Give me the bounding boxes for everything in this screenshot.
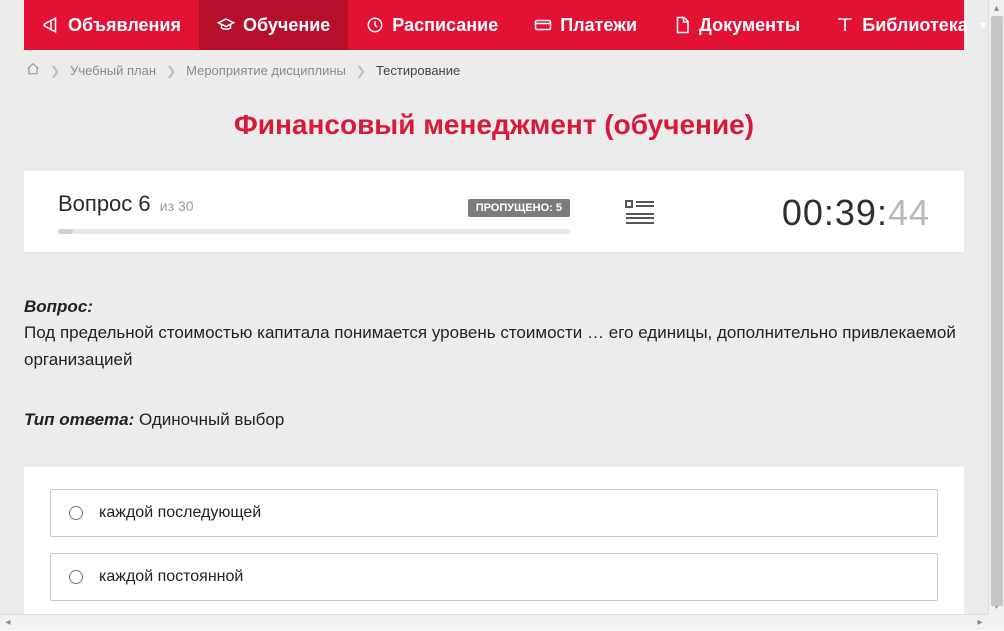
megaphone-icon — [42, 16, 60, 34]
doc-icon — [673, 16, 691, 34]
book-icon — [836, 16, 854, 34]
answer-radio[interactable] — [69, 570, 83, 584]
answer-text: каждой постоянной — [99, 568, 243, 586]
answers-panel: каждой последующей каждой постоянной — [24, 467, 964, 614]
page-title: Финансовый менеджмент (обучение) — [24, 109, 964, 141]
card-icon — [534, 16, 552, 34]
nav-item-documents[interactable]: Документы — [655, 0, 818, 50]
timer-seconds: 39 — [835, 192, 877, 233]
answer-type-label: Тип ответа: — [24, 410, 134, 429]
nav-item-learning[interactable]: Обучение — [199, 0, 348, 50]
breadcrumb-item-current: Тестирование — [376, 63, 460, 78]
breadcrumb-item-event[interactable]: Мероприятие дисциплины — [186, 63, 346, 78]
skipped-badge: ПРОПУЩЕНО: 5 — [468, 199, 570, 217]
question-number: 6 — [138, 191, 150, 216]
scroll-thumb[interactable] — [991, 16, 1003, 606]
main-nav: Объявления Обучение Расписание Платежи — [24, 0, 964, 50]
main-viewport[interactable]: Объявления Обучение Расписание Платежи — [0, 0, 988, 614]
progress-bar — [58, 229, 570, 234]
question-body: Вопрос: Под предельной стоимостью капита… — [24, 294, 964, 433]
answer-option[interactable]: каждой постоянной — [50, 553, 938, 601]
scroll-up-arrow[interactable]: ▴ — [989, 0, 1004, 16]
scrollbar-corner — [988, 614, 1004, 630]
quiz-info-card: Вопрос 6 из 30 ПРОПУЩЕНО: 5 — [24, 171, 964, 252]
answer-option[interactable]: каждой последующей — [50, 489, 938, 537]
nav-item-announcements[interactable]: Объявления — [24, 0, 199, 50]
clock-icon — [366, 16, 384, 34]
of-word: из — [160, 198, 174, 214]
question-word: Вопрос — [58, 191, 132, 216]
home-icon[interactable] — [26, 62, 40, 79]
breadcrumb-item-plan[interactable]: Учебный план — [70, 63, 156, 78]
chevron-right-icon: ❯ — [50, 64, 60, 78]
chevron-down-icon: ▾ — [980, 18, 986, 32]
horizontal-scrollbar[interactable]: ◂ ▸ — [0, 614, 988, 630]
timer-centiseconds: 44 — [888, 192, 930, 233]
nav-label: Обучение — [243, 15, 330, 36]
answer-type: Одиночный выбор — [139, 410, 284, 429]
nav-item-payments[interactable]: Платежи — [516, 0, 655, 50]
answer-text: каждой последующей — [99, 504, 261, 522]
scroll-right-arrow[interactable]: ▸ — [972, 615, 988, 631]
nav-label: Расписание — [392, 15, 498, 36]
scroll-left-arrow[interactable]: ◂ — [0, 615, 16, 631]
question-list-button[interactable] — [610, 199, 670, 227]
timer-minutes: 00 — [782, 192, 824, 233]
vertical-scrollbar[interactable]: ▴ ▾ — [988, 0, 1004, 614]
timer: 00:39:44 — [710, 192, 930, 234]
nav-label: Платежи — [560, 15, 637, 36]
question-counter: Вопрос 6 из 30 — [58, 191, 194, 217]
chevron-right-icon: ❯ — [166, 64, 176, 78]
nav-label: Объявления — [68, 15, 181, 36]
answer-radio[interactable] — [69, 506, 83, 520]
nav-item-schedule[interactable]: Расписание — [348, 0, 516, 50]
nav-item-library[interactable]: Библиотека ▾ — [818, 0, 988, 50]
nav-label: Библиотека — [862, 15, 968, 36]
chevron-right-icon: ❯ — [356, 64, 366, 78]
question-text: Под предельной стоимостью капитала поним… — [24, 323, 956, 368]
question-total: 30 — [178, 198, 194, 214]
breadcrumb: ❯ Учебный план ❯ Мероприятие дисциплины … — [24, 50, 964, 91]
question-label: Вопрос: — [24, 297, 93, 316]
progress-fill — [58, 229, 73, 234]
grad-cap-icon — [217, 16, 235, 34]
nav-label: Документы — [699, 15, 800, 36]
